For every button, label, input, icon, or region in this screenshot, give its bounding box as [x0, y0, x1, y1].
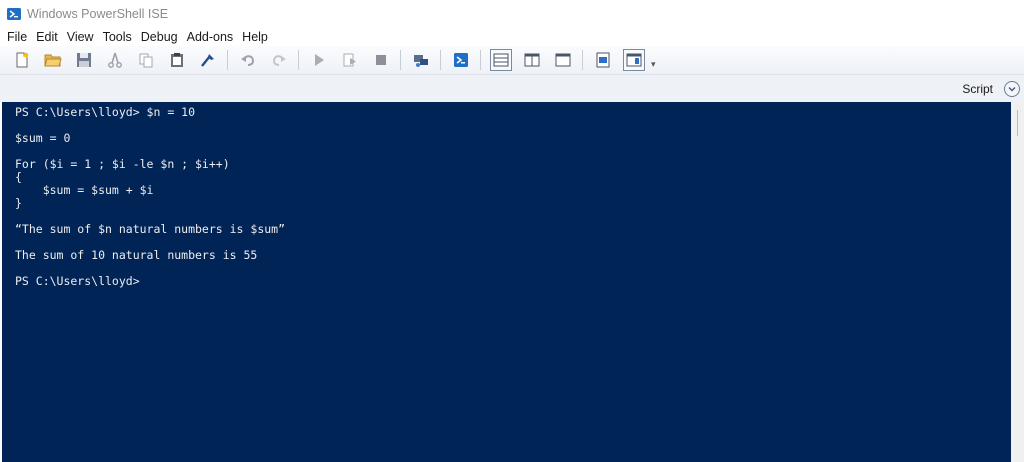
- copy-icon[interactable]: [135, 49, 157, 71]
- run-script-icon[interactable]: [308, 49, 330, 71]
- powershell-console-icon[interactable]: [450, 49, 472, 71]
- menu-help[interactable]: Help: [238, 30, 272, 44]
- toolbar-separator: [582, 50, 583, 70]
- console-line: $sum = 0: [15, 131, 71, 145]
- vertical-scrollbar[interactable]: [1011, 102, 1024, 462]
- console-line: {: [15, 170, 22, 184]
- cut-icon[interactable]: [104, 49, 126, 71]
- window-title: Windows PowerShell ISE: [27, 7, 169, 21]
- console-line: The sum of 10 natural numbers is 55: [15, 248, 258, 262]
- paste-icon[interactable]: [166, 49, 188, 71]
- clear-console-icon[interactable]: [197, 49, 219, 71]
- console-pane[interactable]: PS C:\Users\lloyd> $n = 10 $sum = 0 For …: [2, 102, 1011, 462]
- toolbar-separator: [227, 50, 228, 70]
- show-command-addon-icon[interactable]: [622, 49, 645, 71]
- layout-script-top-icon[interactable]: [489, 49, 512, 71]
- scrollbar-thumb[interactable]: [1017, 110, 1018, 136]
- console-line: $sum = $sum + $i: [15, 183, 154, 197]
- new-file-icon[interactable]: [11, 49, 33, 71]
- show-command-window-icon[interactable]: [592, 49, 614, 71]
- toolbar-separator: [440, 50, 441, 70]
- menu-tools[interactable]: Tools: [99, 30, 136, 44]
- layout-script-right-icon[interactable]: [521, 49, 543, 71]
- run-selection-icon[interactable]: [339, 49, 361, 71]
- layout-script-maximized-icon[interactable]: [552, 49, 574, 71]
- console-line: PS C:\Users\lloyd> $n = 10: [15, 105, 196, 119]
- redo-icon[interactable]: [268, 49, 290, 71]
- console-prompt: PS C:\Users\lloyd>: [15, 274, 140, 288]
- console-line: For ($i = 1 ; $i -le $n ; $i++): [15, 157, 230, 171]
- console-line: }: [15, 196, 22, 210]
- menu-add-ons[interactable]: Add-ons: [183, 30, 238, 44]
- toolbar-separator: [480, 50, 481, 70]
- stop-icon[interactable]: [370, 49, 392, 71]
- undo-icon[interactable]: [237, 49, 259, 71]
- toolbar-separator: [298, 50, 299, 70]
- menu-file[interactable]: File: [3, 30, 31, 44]
- toolbar-overflow-icon[interactable]: ▾: [651, 59, 656, 70]
- console-line: “The sum of $n natural numbers is $sum”: [15, 222, 286, 236]
- expand-script-pane-icon[interactable]: [1004, 81, 1020, 97]
- save-icon[interactable]: [73, 49, 95, 71]
- menu-bar: File Edit View Tools Debug Add-ons Help: [0, 28, 1024, 46]
- script-pane-label[interactable]: Script: [962, 82, 993, 96]
- title-bar: Windows PowerShell ISE: [0, 0, 1024, 28]
- menu-debug[interactable]: Debug: [137, 30, 182, 44]
- toolbar-separator: [400, 50, 401, 70]
- menu-view[interactable]: View: [63, 30, 98, 44]
- open-file-icon[interactable]: [42, 49, 64, 71]
- remote-tab-icon[interactable]: [410, 49, 432, 71]
- menu-edit[interactable]: Edit: [32, 30, 62, 44]
- toolbar: ▾: [0, 46, 1024, 74]
- powershell-app-icon: [7, 8, 21, 20]
- script-pane-bar: Script: [0, 74, 1024, 102]
